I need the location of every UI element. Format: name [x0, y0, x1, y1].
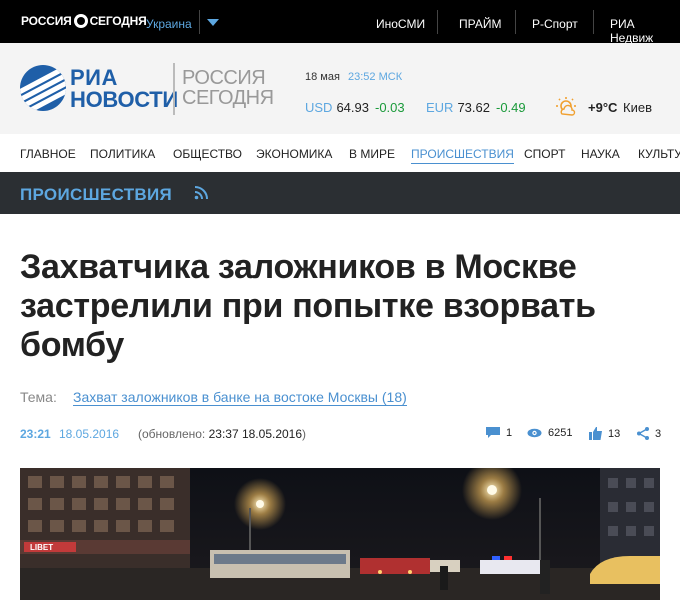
comments-value: 1: [506, 427, 513, 439]
divider: [437, 10, 438, 34]
main-nav: ГЛАВНОЕ ПОЛИТИКА ОБЩЕСТВО ЭКОНОМИКА В МИ…: [0, 134, 680, 172]
updated-prefix: (обновлено:: [138, 427, 209, 441]
top-bar: РОССИЯ СЕГОДНЯ Украина ИноСМИ ПРАЙМ Р-Сп…: [0, 0, 680, 45]
comments-count[interactable]: 1: [486, 427, 512, 439]
brand-right-text: СЕГОДНЯ: [89, 14, 147, 28]
rss-icon[interactable]: [194, 186, 208, 200]
logo-novosti-text[interactable]: НОВОСТИ: [70, 87, 178, 113]
shares-value: 3: [655, 427, 662, 440]
divider: [199, 10, 200, 34]
usd-label: USD: [305, 100, 333, 115]
usd-rate[interactable]: USD 64.93 -0.03: [305, 100, 405, 115]
views-value: 6251: [548, 427, 573, 439]
night-street-scene: LIBET: [20, 468, 660, 600]
temperature: +9°C: [588, 100, 618, 115]
likes-value: 13: [608, 427, 621, 440]
usd-value: 64.93: [336, 100, 369, 115]
publish-time: 23:21: [20, 427, 51, 441]
nav-item-sport[interactable]: СПОРТ: [524, 147, 565, 161]
divider: [515, 10, 516, 34]
usd-change: -0.03: [375, 100, 405, 115]
logo-rs-line2[interactable]: СЕГОДНЯ: [182, 87, 274, 110]
top-link-rsport[interactable]: Р-Спорт: [532, 17, 578, 31]
top-link-ria-nedvizh[interactable]: РИА Недвиж: [610, 17, 680, 45]
globe-icon: [73, 14, 88, 28]
updated-suffix: ): [302, 427, 307, 441]
weather-city[interactable]: Киев: [623, 100, 652, 115]
article-photo[interactable]: LIBET: [20, 468, 660, 600]
updated-info: (обновлено: 23:37 18.05.2016): [138, 427, 306, 441]
likes-count[interactable]: 13: [589, 427, 620, 440]
topic-link[interactable]: Захват заложников в банке на востоке Мос…: [73, 389, 407, 406]
topic-label: Тема:: [20, 389, 57, 405]
section-bar: ПРОИСШЕСТВИЯ: [0, 172, 680, 214]
shop-sign: LIBET: [30, 543, 53, 552]
eur-rate[interactable]: EUR 73.62 -0.49: [426, 100, 526, 115]
divider: [173, 63, 175, 115]
nav-item-world[interactable]: В МИРЕ: [349, 147, 395, 161]
top-link-inosmi[interactable]: ИноСМИ: [376, 17, 425, 31]
chevron-down-icon[interactable]: [207, 19, 219, 26]
comment-icon: [486, 427, 500, 438]
nav-item-main[interactable]: ГЛАВНОЕ: [20, 147, 76, 161]
cloud-sun-icon[interactable]: [555, 96, 577, 118]
article-headline: Захватчика заложников в Москве застрелил…: [20, 248, 596, 364]
region-selector[interactable]: Украина: [146, 17, 192, 31]
share-icon: [637, 427, 649, 440]
site-header: РИА НОВОСТИ РОССИЯ СЕГОДНЯ 18 мая 23:52 …: [0, 43, 680, 134]
nav-item-economy[interactable]: ЭКОНОМИКА: [256, 147, 332, 161]
current-time: 23:52 МСК: [348, 71, 403, 83]
nav-item-science[interactable]: НАУКА: [581, 147, 620, 161]
ria-logo-icon[interactable]: [20, 65, 66, 111]
divider: [593, 10, 594, 34]
top-link-prime[interactable]: ПРАЙМ: [459, 17, 501, 31]
nav-item-culture[interactable]: КУЛЬТУ: [638, 147, 680, 161]
rossiya-segodnya-logo[interactable]: РОССИЯ СЕГОДНЯ: [21, 14, 147, 28]
updated-value: 23:37 18.05.2016: [208, 427, 303, 441]
shares-count[interactable]: 3: [637, 427, 661, 440]
thumbs-up-icon: [589, 427, 602, 440]
eur-change: -0.49: [496, 100, 526, 115]
section-title[interactable]: ПРОИСШЕСТВИЯ: [20, 185, 172, 205]
brand-left-text: РОССИЯ: [21, 14, 72, 28]
eur-label: EUR: [426, 100, 454, 115]
current-date: 18 мая: [305, 71, 340, 83]
nav-item-incidents[interactable]: ПРОИСШЕСТВИЯ: [411, 147, 514, 164]
publish-date: 18.05.2016: [59, 427, 120, 441]
views-count: 6251: [527, 427, 572, 439]
nav-item-politics[interactable]: ПОЛИТИКА: [90, 147, 155, 161]
nav-item-society[interactable]: ОБЩЕСТВО: [173, 147, 242, 161]
eye-icon: [527, 428, 542, 438]
eur-value: 73.62: [457, 100, 490, 115]
